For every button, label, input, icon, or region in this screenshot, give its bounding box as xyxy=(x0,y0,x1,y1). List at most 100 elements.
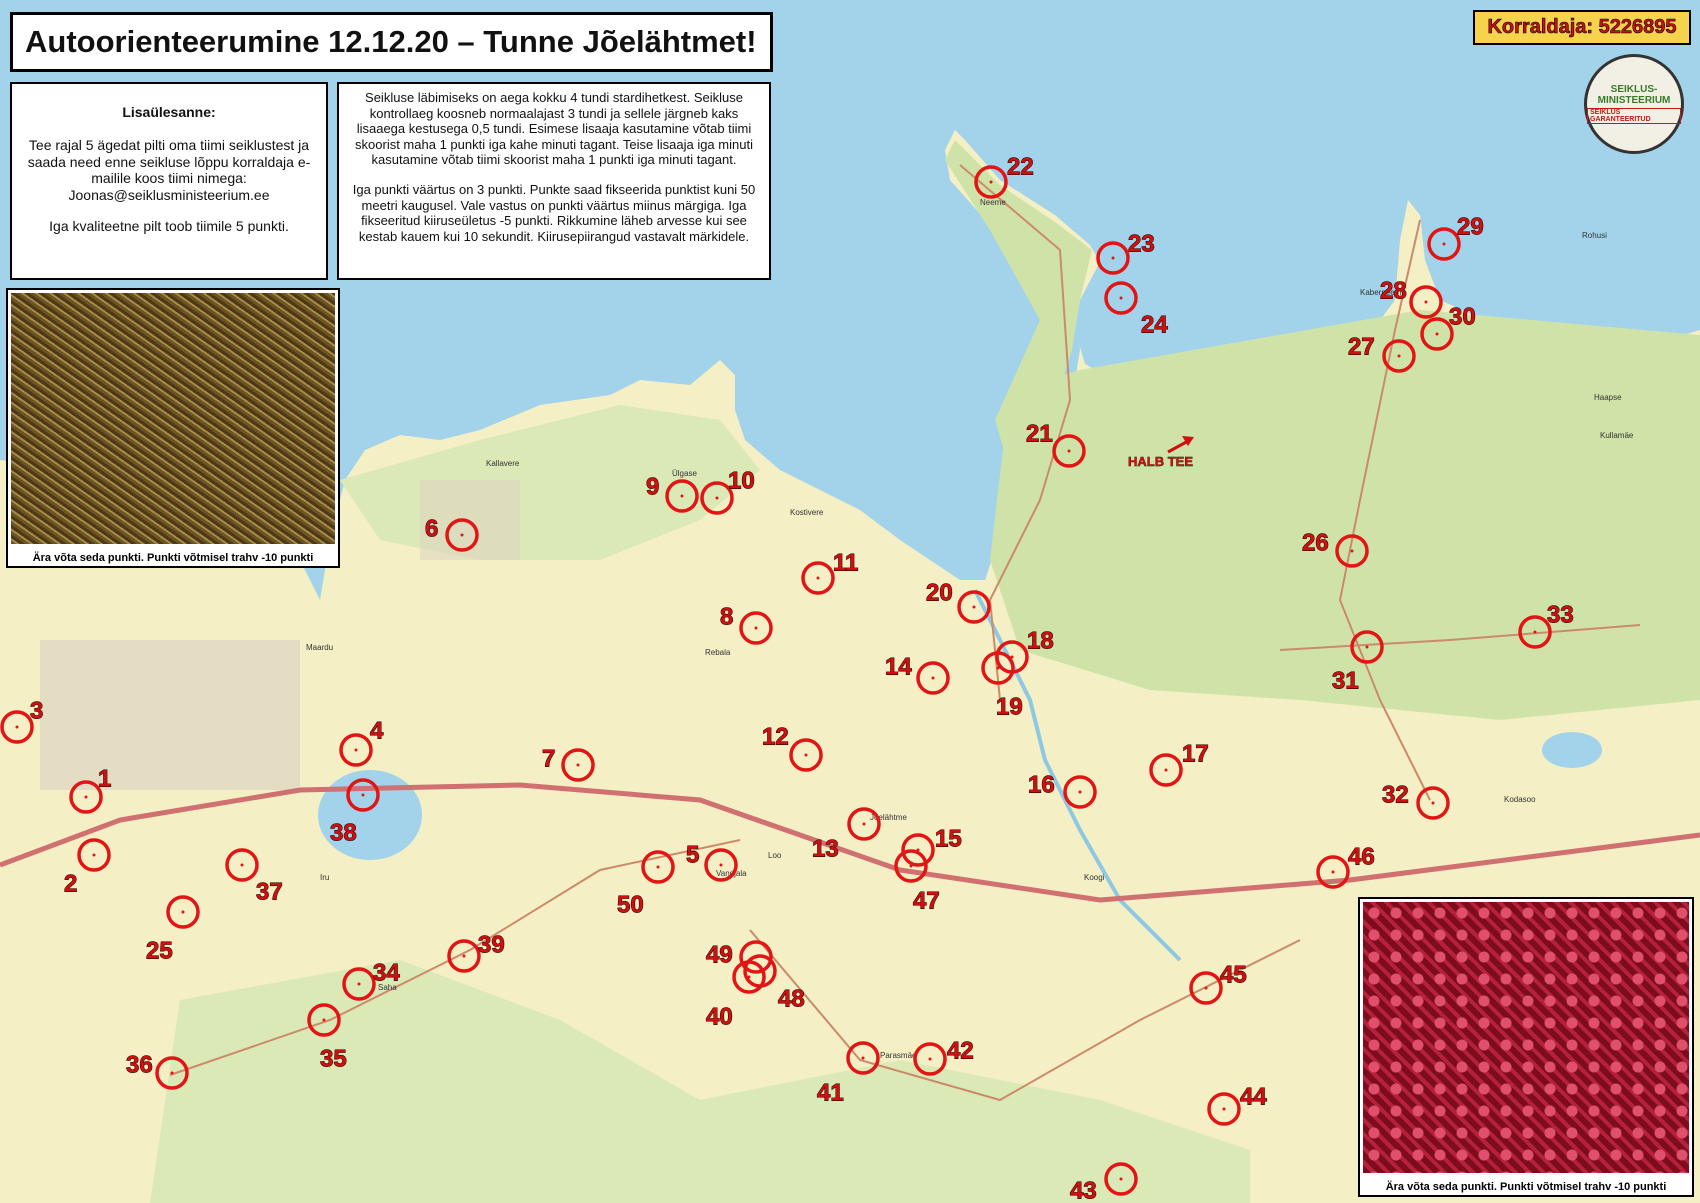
checkpoint-label: 46 xyxy=(1348,843,1375,870)
place-name: Haapse xyxy=(1594,393,1622,402)
checkpoint-dot xyxy=(972,605,976,609)
checkpoint-label: 35 xyxy=(320,1045,347,1072)
checkpoint-label: 22 xyxy=(1007,153,1034,180)
checkpoint-dot xyxy=(1435,332,1439,336)
place-name: Ülgase xyxy=(672,469,697,478)
checkpoint-dot xyxy=(240,863,244,867)
checkpoint-label: 12 xyxy=(762,723,789,750)
halb-tee-label: HALB TEE xyxy=(1128,454,1193,469)
checkpoint-dot xyxy=(996,666,1000,670)
checkpoint-label: 30 xyxy=(1449,303,1476,330)
checkpoint-label: 25 xyxy=(146,937,173,964)
checkpoint-label: 19 xyxy=(996,693,1023,720)
checkpoint-dot xyxy=(322,1018,326,1022)
place-name: Loo xyxy=(768,851,782,860)
logo-line-1: SEIKLUS- xyxy=(1610,84,1658,95)
penalty-caption-right: Ära võta seda punkti. Punkti võtmisel tr… xyxy=(1385,1181,1667,1193)
place-name: Parasmäe xyxy=(880,1051,917,1060)
checkpoint-dot xyxy=(1424,300,1428,304)
checkpoint-dot xyxy=(357,982,361,986)
place-name: Rebala xyxy=(705,648,731,657)
checkpoint-dot xyxy=(1365,645,1369,649)
checkpoint-dot xyxy=(92,853,96,857)
extra-task-box: Lisaülesanne: Tee rajal 5 ägedat pilti o… xyxy=(10,82,328,280)
extra-task-body: Tee rajal 5 ägedat pilti oma tiimi seikl… xyxy=(27,136,311,204)
penalty-pattern-brown xyxy=(11,293,335,544)
checkpoint-label: 41 xyxy=(817,1079,844,1106)
checkpoint-dot xyxy=(460,533,464,537)
penalty-pattern-red xyxy=(1363,902,1689,1173)
checkpoint-dot xyxy=(804,753,808,757)
place-name: Rohusi xyxy=(1582,231,1607,240)
checkpoint-dot xyxy=(719,863,723,867)
checkpoint-dot xyxy=(1533,630,1537,634)
checkpoint-dot xyxy=(462,954,466,958)
logo-line-2: MINISTEERIUM xyxy=(1597,95,1671,106)
checkpoint-label: 48 xyxy=(778,985,805,1012)
checkpoint-dot xyxy=(1119,296,1123,300)
checkpoint-label: 33 xyxy=(1547,601,1574,628)
checkpoint-dot xyxy=(354,748,358,752)
checkpoint-label: 24 xyxy=(1141,311,1168,338)
checkpoint-label: 27 xyxy=(1348,333,1375,360)
checkpoint-label: 21 xyxy=(1026,420,1053,447)
checkpoint-label: 13 xyxy=(812,835,839,862)
checkpoint-dot xyxy=(928,1057,932,1061)
checkpoint-label: 5 xyxy=(686,841,699,868)
penalty-caption-left: Ära võta seda punkti. Punkti võtmisel tr… xyxy=(32,552,314,564)
checkpoint-label: 36 xyxy=(126,1051,153,1078)
checkpoint-label: 40 xyxy=(706,1003,733,1030)
checkpoint-label: 32 xyxy=(1382,781,1409,808)
checkpoint-dot xyxy=(816,576,820,580)
checkpoint-dot xyxy=(656,865,660,869)
penalty-tile-right: Ära võta seda punkti. Punkti võtmisel tr… xyxy=(1358,897,1694,1197)
checkpoint-dot xyxy=(931,676,935,680)
checkpoint-label: 11 xyxy=(833,549,858,576)
checkpoint-label: 29 xyxy=(1457,213,1484,240)
rules-time: Seikluse läbimiseks on aega kokku 4 tund… xyxy=(355,90,753,168)
place-name: Neeme xyxy=(980,198,1006,207)
checkpoint-dot xyxy=(84,795,88,799)
checkpoint-dot xyxy=(680,494,684,498)
checkpoint-label: 10 xyxy=(728,467,755,494)
checkpoint-label: 20 xyxy=(926,579,953,606)
checkpoint-label: 16 xyxy=(1028,771,1055,798)
checkpoint-dot xyxy=(170,1071,174,1075)
checkpoint-label: 39 xyxy=(478,931,505,958)
rules-box: Seikluse läbimiseks on aega kokku 4 tund… xyxy=(337,82,771,280)
checkpoint-dot xyxy=(909,864,913,868)
checkpoint-label: 38 xyxy=(330,819,357,846)
checkpoint-label: 17 xyxy=(1182,740,1209,767)
lake-kodasoo xyxy=(1542,732,1602,768)
checkpoint-label: 45 xyxy=(1220,961,1247,988)
place-name: Kallavere xyxy=(486,459,520,468)
checkpoint-dot xyxy=(361,793,365,797)
checkpoint-label: 8 xyxy=(720,603,733,630)
seiklusministeerium-logo: SEIKLUS- MINISTEERIUM SEIKLUS GARANTEERI… xyxy=(1584,54,1684,154)
checkpoint-label: 9 xyxy=(646,473,659,500)
checkpoint-dot xyxy=(754,955,758,959)
checkpoint-label: 43 xyxy=(1070,1177,1097,1203)
checkpoint-dot xyxy=(715,496,719,500)
checkpoint-label: 31 xyxy=(1332,667,1359,694)
checkpoint-dot xyxy=(862,822,866,826)
checkpoint-dot xyxy=(1111,256,1115,260)
place-name: Kodasoo xyxy=(1504,795,1536,804)
penalty-tile-left: Ära võta seda punkti. Punkti võtmisel tr… xyxy=(6,288,340,568)
forest-east xyxy=(990,310,1700,720)
checkpoint-label: 2 xyxy=(64,870,77,897)
checkpoint-dot xyxy=(181,910,185,914)
checkpoint-dot xyxy=(576,763,580,767)
place-name: Koogi xyxy=(1084,873,1105,882)
checkpoint-label: 15 xyxy=(935,825,962,852)
checkpoint-dot xyxy=(754,626,758,630)
checkpoint-dot xyxy=(1078,790,1082,794)
checkpoint-dot xyxy=(1164,768,1168,772)
checkpoint-label: 50 xyxy=(617,891,644,918)
checkpoint-dot xyxy=(1431,801,1435,805)
urban-area-maardu xyxy=(40,640,300,790)
logo-stamp: SEIKLUS GARANTEERITUD xyxy=(1587,108,1681,124)
checkpoint-dot xyxy=(1204,986,1208,990)
checkpoint-label: 49 xyxy=(706,941,733,968)
page-title: Autoorienteerumine 12.12.20 – Tunne Jõel… xyxy=(25,24,757,59)
